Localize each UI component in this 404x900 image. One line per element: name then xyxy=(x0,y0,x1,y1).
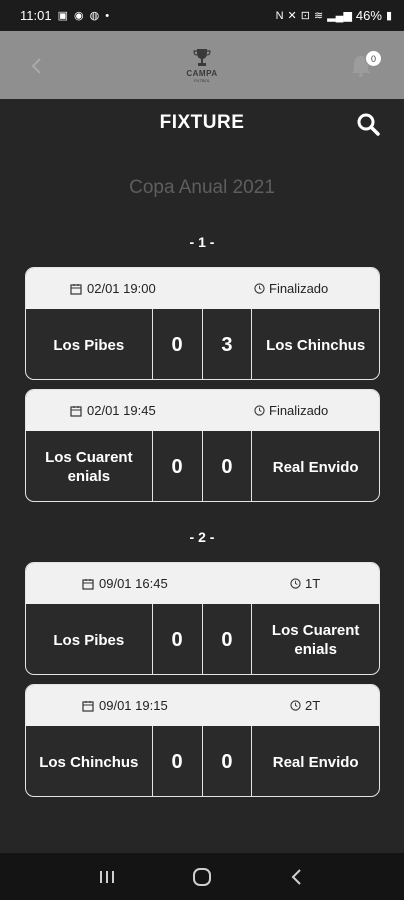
system-nav-bar xyxy=(0,853,404,900)
match-header: 09/01 19:15 2T xyxy=(26,685,379,726)
clock-icon xyxy=(254,283,265,294)
round-label: - 1 - xyxy=(189,234,215,250)
dot-icon: • xyxy=(105,9,110,22)
home-score: 0 xyxy=(153,431,203,501)
match-header: 02/01 19:00 Finalizado xyxy=(26,268,379,309)
search-button[interactable] xyxy=(356,112,380,136)
match-date-text: 09/01 16:45 xyxy=(99,576,168,591)
battery-icon: ▮ xyxy=(385,10,392,22)
match-body: Los Cuarent enials 0 0 Real Envido xyxy=(26,431,379,501)
away-score: 3 xyxy=(203,309,253,379)
match-status-text: 1T xyxy=(305,576,321,591)
back-arrow-icon xyxy=(291,868,301,885)
match-date: 09/01 19:15 xyxy=(82,685,168,726)
back-button[interactable] xyxy=(22,51,52,81)
gallery-icon: ▣ xyxy=(57,10,68,22)
recent-apps-button[interactable] xyxy=(92,862,122,892)
match-body: Los Pibes 0 3 Los Chinchus xyxy=(26,309,379,379)
match-status: 2T xyxy=(290,685,320,726)
status-bar: 11:01 ▣ ◉ ◍ • N ✕ ⊡ ≋ ▂▄▆ 46% ▮ xyxy=(0,0,404,31)
home-team: Los Chinchus xyxy=(26,726,153,796)
away-team: Real Envido xyxy=(272,458,359,476)
system-back-button[interactable] xyxy=(282,862,312,892)
signal-icon: ▂▄▆ xyxy=(327,10,352,22)
sync-icon: ◉ xyxy=(73,10,84,22)
calendar-icon xyxy=(70,405,82,417)
home-team: Los Pibes xyxy=(26,604,153,674)
calendar-icon xyxy=(82,578,94,590)
chevron-left-icon xyxy=(31,58,41,74)
wifi-icon: ≋ xyxy=(313,10,324,22)
page-title: FIXTURE xyxy=(159,112,245,133)
match-body: Los Pibes 0 0 Los Cuarent enials xyxy=(26,604,379,674)
away-score: 0 xyxy=(203,604,253,674)
clock-icon xyxy=(254,405,265,416)
match-card[interactable]: 09/01 19:15 2T Los Chinchus 0 0 Real Env… xyxy=(25,684,380,797)
clock-icon xyxy=(290,700,301,711)
match-date-text: 02/01 19:00 xyxy=(87,281,156,296)
match-date: 02/01 19:00 xyxy=(70,268,156,309)
tournament-name: Copa Anual 2021 xyxy=(129,177,275,198)
away-team: Los Cuarent enials xyxy=(271,622,360,658)
match-date: 02/01 19:45 xyxy=(70,390,156,431)
match-status-text: Finalizado xyxy=(269,403,329,418)
app-logo: CAMPA FUTBOL xyxy=(186,47,217,83)
calendar-icon xyxy=(82,700,94,712)
match-date: 09/01 16:45 xyxy=(82,563,168,604)
away-score: 0 xyxy=(203,431,253,501)
match-date-text: 02/01 19:45 xyxy=(87,403,156,418)
match-card[interactable]: 02/01 19:00 Finalizado Los Pibes 0 3 Los… xyxy=(25,267,380,380)
home-team: Los Cuarent enials xyxy=(26,431,153,501)
match-status: Finalizado xyxy=(254,268,328,309)
search-icon xyxy=(357,113,380,136)
home-icon xyxy=(192,867,211,886)
away-team: Los Chinchus xyxy=(266,336,366,354)
match-status: 1T xyxy=(290,563,320,604)
home-score: 0 xyxy=(153,309,203,379)
away-team: Real Envido xyxy=(272,753,359,771)
app-bar: CAMPA FUTBOL 0 xyxy=(0,31,404,99)
home-button[interactable] xyxy=(187,862,217,892)
match-header: 02/01 19:45 Finalizado xyxy=(26,390,379,431)
nfc-icon: N xyxy=(275,9,284,22)
home-score: 0 xyxy=(153,604,203,674)
clock-icon xyxy=(290,578,301,589)
match-header: 09/01 16:45 1T xyxy=(26,563,379,604)
logo-subtext: FUTBOL xyxy=(194,78,210,83)
calendar-icon xyxy=(70,283,82,295)
match-body: Los Chinchus 0 0 Real Envido xyxy=(26,726,379,796)
logo-text: CAMPA xyxy=(186,69,218,78)
away-score: 0 xyxy=(203,726,253,796)
home-score: 0 xyxy=(153,726,203,796)
match-status-text: 2T xyxy=(305,698,321,713)
message-icon: ◍ xyxy=(89,10,100,22)
recent-apps-icon xyxy=(100,870,115,883)
notification-badge: 0 xyxy=(365,50,382,67)
match-status: Finalizado xyxy=(254,390,328,431)
match-card[interactable]: 09/01 16:45 1T Los Pibes 0 0 Los Cuarent… xyxy=(25,562,380,675)
battery-level: 46% xyxy=(355,8,382,23)
match-status-text: Finalizado xyxy=(269,281,329,296)
match-card[interactable]: 02/01 19:45 Finalizado Los Cuarent enial… xyxy=(25,389,380,502)
data-icon: ⊡ xyxy=(300,10,310,22)
trophy-icon xyxy=(193,49,211,66)
mute-icon: ✕ xyxy=(287,10,297,22)
home-team: Los Pibes xyxy=(26,309,153,379)
round-label: - 2 - xyxy=(189,529,215,545)
status-time: 11:01 xyxy=(20,8,52,23)
match-date-text: 09/01 19:15 xyxy=(99,698,168,713)
